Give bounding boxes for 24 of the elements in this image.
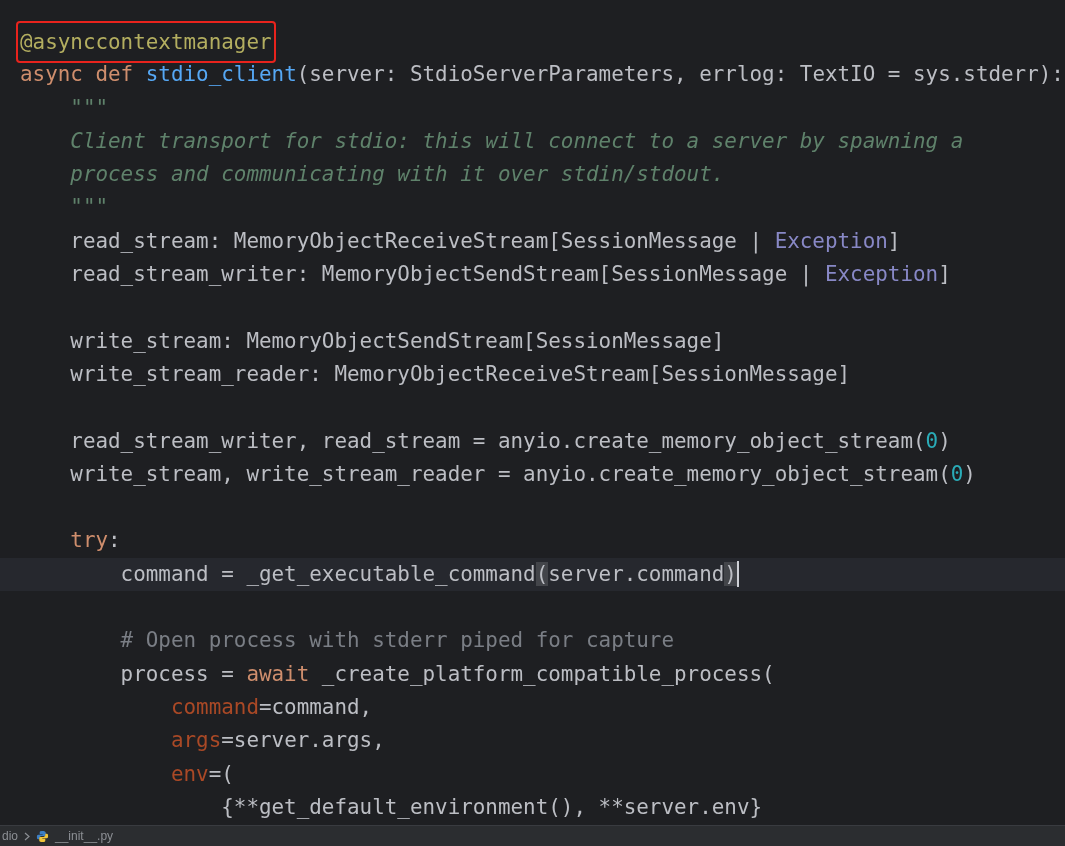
code-line: process = await _create_platform_compatible_process( [119, 660, 775, 688]
code-line: args=server.args, [169, 727, 385, 755]
code-line: read_stream: MemoryObjectReceiveStream[SessionMessage | Exception] [69, 227, 901, 256]
python-icon [36, 829, 49, 843]
code-line: # Open process with stderr piped for capture [119, 627, 675, 655]
text-cursor [736, 561, 739, 588]
code-line: write_stream, write_stream_reader = anyio.create_memory_object_stream(0) [69, 460, 976, 488]
code-line: read_stream_writer: MemoryObjectSendStream[SessionMessage | Exception] [69, 261, 951, 289]
chevron-right-icon [24, 831, 30, 841]
breadcrumb-item[interactable]: __init__.py [55, 827, 114, 845]
code-line: """ [69, 94, 109, 122]
code-line: read_stream_writer, read_stream = anyio.create_memory_object_stream(0) [69, 427, 951, 455]
code-line: async def stdio_client(server: StdioServerParameters, errlog: TextIO = sys.stderr): [20, 61, 1064, 89]
code-line: Client transport for stdio: this will connect to a server by spawning a [69, 127, 964, 155]
breadcrumb-item[interactable]: dio [2, 827, 18, 845]
code-line: try: [69, 527, 121, 555]
code-line: command = _get_executable_command(server.command) [119, 560, 737, 588]
code-line: """ [69, 194, 109, 222]
code-line: write_stream: MemoryObjectSendStream[SessionMessage] [69, 327, 725, 355]
code-line: env=( [169, 760, 234, 788]
code-line: {**get_default_environment(), **server.env} [220, 793, 763, 821]
code-line: command=command, [169, 693, 373, 721]
code-line: write_stream_reader: MemoryObjectReceiveStream[SessionMessage] [69, 360, 851, 388]
code-line: process and communicating with it over stdin/stdout. [69, 161, 725, 189]
